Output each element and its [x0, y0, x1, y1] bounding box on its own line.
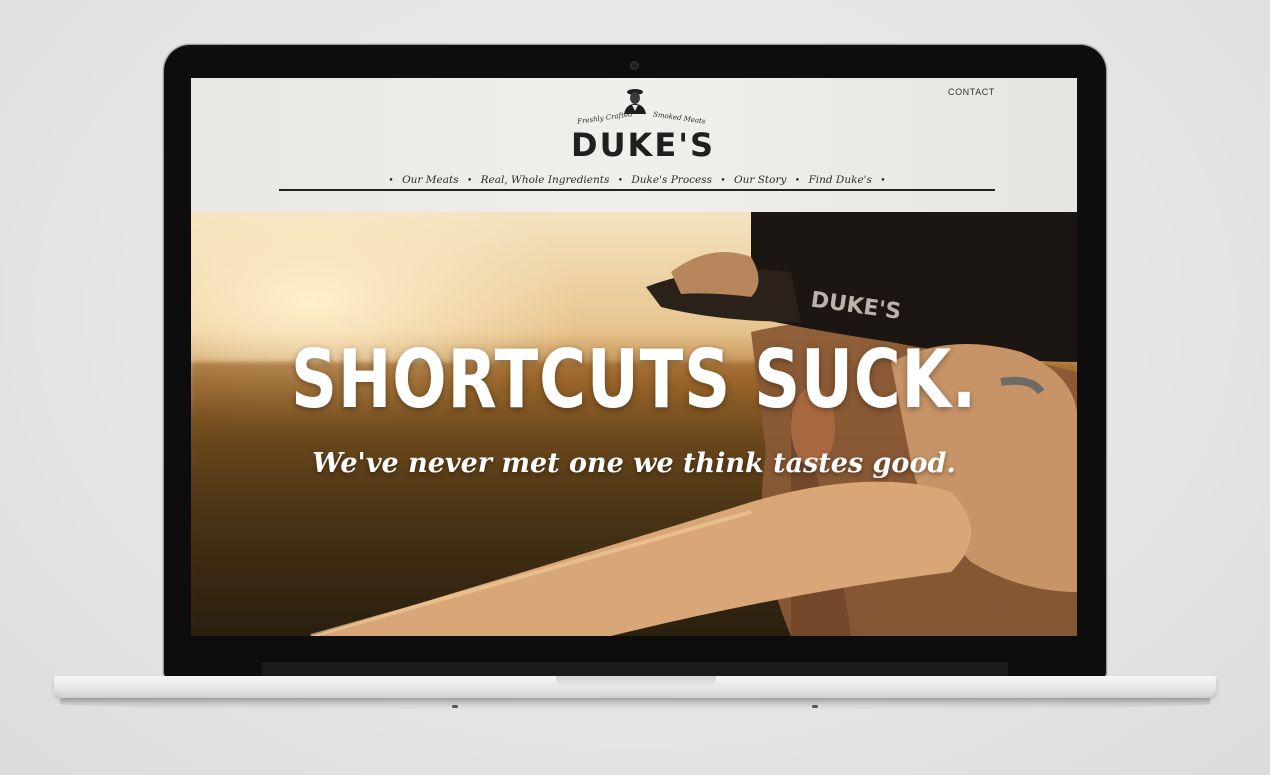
nav-divider — [279, 189, 995, 191]
nav-item-our-meats[interactable]: Our Meats — [402, 174, 459, 186]
contact-link[interactable]: CONTACT — [948, 87, 995, 97]
logo-wordmark: DUKE'S — [571, 126, 716, 164]
main-nav: • Our Meats • Real, Whole Ingredients • … — [279, 174, 995, 190]
nav-bullet: • — [794, 176, 801, 186]
hero-subhead: We've never met one we think tastes good… — [312, 448, 956, 479]
laptop-hinge — [262, 662, 1008, 676]
laptop-notch — [556, 676, 716, 688]
nav-bullet: • — [880, 176, 886, 186]
laptop-foot-right — [812, 705, 818, 708]
nav-bullet: • — [466, 176, 473, 186]
nav-bullet: • — [617, 176, 624, 186]
founder-portrait-icon — [624, 89, 646, 114]
laptop-foot-left — [452, 705, 458, 708]
hero-headline: SHORTCUTS SUCK. — [290, 333, 978, 426]
laptop-screen: CONTACT Freshly Crafted Smoked Meats DUK… — [191, 78, 1077, 636]
brand-logo[interactable]: Freshly Crafted Smoked Meats DUKE'S — [571, 86, 716, 166]
site-header: CONTACT Freshly Crafted Smoked Meats DUK… — [191, 78, 1077, 212]
nav-item-find-dukes[interactable]: Find Duke's — [808, 174, 872, 186]
nav-item-our-story[interactable]: Our Story — [734, 174, 786, 186]
nav-item-ingredients[interactable]: Real, Whole Ingredients — [481, 174, 610, 186]
nav-bullet: • — [388, 176, 394, 186]
logo-tagline-right: Smoked Meats — [652, 110, 706, 126]
camera-icon — [630, 61, 639, 70]
nav-bullet: • — [720, 176, 726, 186]
nav-item-process[interactable]: Duke's Process — [631, 174, 712, 186]
logo-tagline-left: Freshly Crafted — [576, 110, 634, 126]
hero-banner: DUKE'S SHORTCUTS SUCK. We've never met o… — [191, 212, 1077, 636]
laptop-shadow — [60, 698, 1210, 710]
